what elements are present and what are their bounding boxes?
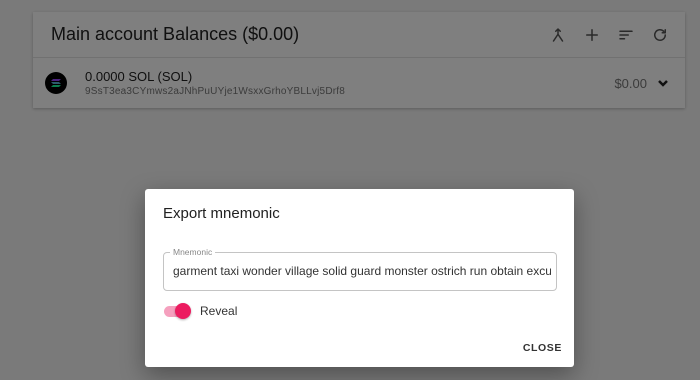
mnemonic-input[interactable]: garment taxi wonder village solid guard … <box>173 264 551 278</box>
reveal-switch[interactable] <box>163 303 191 319</box>
close-button[interactable]: CLOSE <box>523 342 562 354</box>
mnemonic-field: Mnemonic garment taxi wonder village sol… <box>163 247 557 291</box>
export-mnemonic-dialog: Export mnemonic Mnemonic garment taxi wo… <box>145 189 574 367</box>
mnemonic-field-label: Mnemonic <box>170 247 216 257</box>
dialog-title: Export mnemonic <box>163 205 280 222</box>
reveal-toggle-row: Reveal <box>163 303 237 319</box>
reveal-switch-thumb <box>175 303 191 319</box>
reveal-label: Reveal <box>200 304 238 318</box>
